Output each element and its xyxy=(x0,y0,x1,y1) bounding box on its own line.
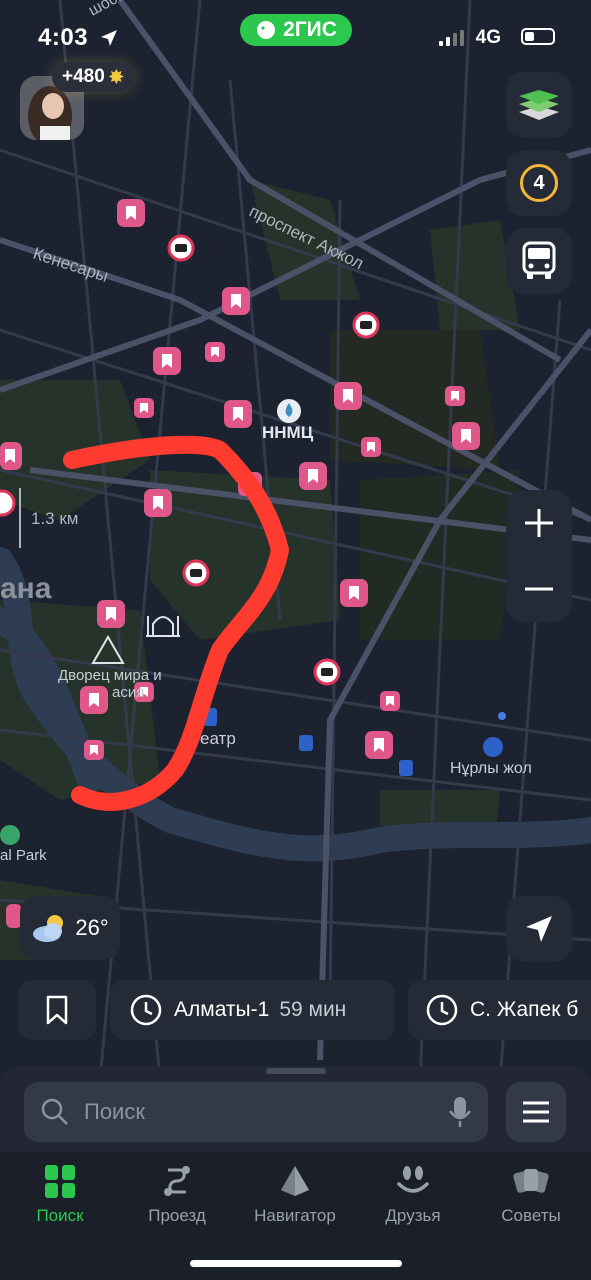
quick-routes-bar: Алматы-1 59 мин С. Жапек б xyxy=(0,980,591,1042)
navigator-icon xyxy=(281,1166,309,1196)
weather-widget[interactable]: 26° xyxy=(20,896,120,960)
dog-logo-icon xyxy=(257,21,276,39)
bus-icon xyxy=(522,241,556,279)
tab-label: Навигатор xyxy=(254,1206,336,1225)
bookmarks-chip[interactable] xyxy=(18,980,96,1040)
bookmark-marker[interactable] xyxy=(97,600,125,628)
zoom-in-button[interactable] xyxy=(506,490,572,556)
tab-navigator[interactable]: Навигатор xyxy=(240,1164,350,1226)
bookmark-marker[interactable] xyxy=(452,422,480,450)
hamburger-icon xyxy=(523,1101,549,1123)
scale-label: 1.3 км xyxy=(31,509,78,528)
microphone-icon[interactable] xyxy=(448,1095,472,1129)
route-chip-time: 59 мин xyxy=(279,998,347,1021)
tips-cards-icon xyxy=(513,1169,549,1193)
weather-temp: 26° xyxy=(75,915,109,940)
metro-icon[interactable] xyxy=(299,735,313,751)
battery-icon xyxy=(521,28,555,45)
my-location-button[interactable] xyxy=(506,896,572,962)
bookmark-marker[interactable] xyxy=(0,442,22,470)
network-type: 4G xyxy=(475,27,501,48)
poi-label-teatr: еатр xyxy=(200,729,236,748)
tab-tips[interactable]: Советы xyxy=(476,1164,586,1226)
bookmark-marker[interactable] xyxy=(205,342,225,362)
location-dot-icon xyxy=(498,712,506,720)
camera-icon[interactable] xyxy=(352,311,380,339)
tab-label: Поиск xyxy=(36,1206,84,1225)
route-chip-zhapek[interactable]: С. Жапек б xyxy=(408,980,591,1040)
grid-icon xyxy=(45,1165,75,1198)
metro-icon[interactable] xyxy=(399,760,413,776)
poi-label-soglasiya: асия xyxy=(112,684,144,701)
route-icon xyxy=(164,1166,190,1196)
poi-label-nnmc: ННМЦ xyxy=(262,423,314,442)
app-brand-badge: 2ГИС xyxy=(240,14,352,46)
bookmark-marker[interactable] xyxy=(340,579,368,607)
bookmark-marker[interactable] xyxy=(334,382,362,410)
tab-friends[interactable]: Друзья xyxy=(358,1164,468,1226)
route-chip-label: Алматы-1 xyxy=(174,998,270,1021)
bookmark-marker[interactable] xyxy=(84,740,104,760)
tab-label: Друзья xyxy=(385,1206,441,1225)
search-input[interactable] xyxy=(82,1098,448,1126)
camera-icon[interactable] xyxy=(182,559,210,587)
tab-label: Проезд xyxy=(148,1206,206,1225)
bookmark-marker[interactable] xyxy=(80,686,108,714)
bookmark-marker[interactable] xyxy=(134,398,154,418)
bookmark-marker[interactable] xyxy=(222,287,250,315)
bookmark-marker[interactable] xyxy=(445,386,465,406)
camera-icon[interactable] xyxy=(0,489,16,517)
bookmark-icon xyxy=(46,995,68,1025)
tab-search[interactable]: Поиск xyxy=(5,1164,115,1226)
poi-label-nurly-zhol: Нұрлы жол xyxy=(450,760,532,777)
minus-icon xyxy=(525,587,553,591)
friends-icon xyxy=(397,1166,429,1193)
bookmark-marker[interactable] xyxy=(224,400,252,428)
poi-label-park: al Park xyxy=(0,847,47,864)
poi-label-dvorets: Дворец мира и xyxy=(58,667,162,684)
tab-label: Советы xyxy=(501,1206,561,1225)
brand-label: 2ГИС xyxy=(283,18,337,41)
plus-icon xyxy=(525,509,553,537)
location-arrow-icon xyxy=(101,30,117,46)
city-label: ана xyxy=(0,572,52,605)
cellular-signal-icon xyxy=(439,30,464,46)
transport-button[interactable] xyxy=(506,228,572,294)
clock-icon xyxy=(130,994,162,1026)
search-icon xyxy=(41,1098,68,1125)
navigation-arrow-icon xyxy=(526,916,552,942)
zoom-out-button[interactable] xyxy=(506,556,572,622)
route-chip-almaty[interactable]: Алматы-1 59 мин xyxy=(110,980,395,1040)
zoom-controls xyxy=(506,490,572,622)
status-time: 4:03 xyxy=(38,24,89,51)
points-value: +480 xyxy=(62,66,105,87)
map-layers-button[interactable] xyxy=(506,72,572,138)
route-chip-label: С. Жапек б xyxy=(470,998,579,1021)
clock-icon xyxy=(426,994,458,1026)
park-icon[interactable] xyxy=(0,825,20,845)
sheet-drag-handle[interactable] xyxy=(266,1068,326,1074)
bookmark-marker[interactable] xyxy=(299,462,327,490)
bookmark-marker[interactable] xyxy=(144,489,172,517)
points-badge[interactable]: +480 ✸ xyxy=(52,62,134,92)
tab-route[interactable]: Проезд xyxy=(122,1164,232,1226)
camera-icon[interactable] xyxy=(167,234,195,262)
camera-icon[interactable] xyxy=(313,658,341,686)
home-indicator xyxy=(190,1260,402,1267)
search-bar[interactable] xyxy=(24,1082,488,1142)
status-bar: 4:03 2ГИС 4G xyxy=(0,0,591,70)
bookmark-marker[interactable] xyxy=(117,199,145,227)
traffic-button[interactable]: 4 xyxy=(506,150,572,216)
bookmark-marker[interactable] xyxy=(153,347,181,375)
bookmark-marker[interactable] xyxy=(380,691,400,711)
bookmark-marker[interactable] xyxy=(365,731,393,759)
station-icon[interactable] xyxy=(483,737,503,757)
traffic-level-badge: 4 xyxy=(520,164,558,202)
menu-button[interactable] xyxy=(506,1082,566,1142)
star-icon: ✸ xyxy=(108,66,124,87)
bookmark-marker[interactable] xyxy=(361,437,381,457)
partly-cloudy-icon xyxy=(33,915,64,942)
layers-icon xyxy=(519,90,559,120)
